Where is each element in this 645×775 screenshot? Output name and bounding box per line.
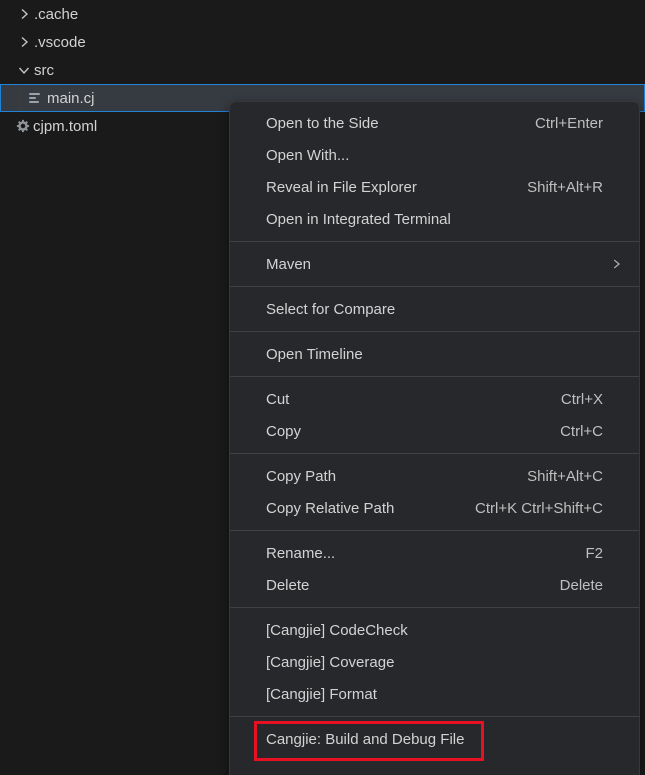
- menu-item-cut[interactable]: Cut Ctrl+X: [230, 383, 639, 415]
- menu-item-shortcut: Shift+Alt+C: [527, 468, 603, 485]
- menu-item-label: Delete: [266, 577, 309, 594]
- menu-item-label: Copy: [266, 423, 301, 440]
- menu-separator: [230, 241, 639, 242]
- menu-separator: [230, 376, 639, 377]
- menu-separator: [230, 286, 639, 287]
- tree-item-cache[interactable]: .cache: [0, 0, 645, 28]
- menu-item-copy-path[interactable]: Copy Path Shift+Alt+C: [230, 460, 639, 492]
- menu-separator: [230, 607, 639, 608]
- menu-item-cangjie-codecheck[interactable]: [Cangjie] CodeCheck: [230, 614, 639, 646]
- menu-item-label: Rename...: [266, 545, 335, 562]
- tree-item-label: src: [34, 62, 54, 79]
- menu-item-maven[interactable]: Maven: [230, 248, 639, 280]
- menu-separator: [230, 453, 639, 454]
- chevron-right-icon[interactable]: [16, 6, 32, 22]
- menu-item-open-to-the-side[interactable]: Open to the Side Ctrl+Enter: [230, 107, 639, 139]
- menu-item-shortcut: Delete: [560, 577, 603, 594]
- tree-item-label: cjpm.toml: [33, 118, 97, 135]
- menu-item-shortcut: Ctrl+C: [560, 423, 603, 440]
- menu-separator: [230, 716, 639, 717]
- menu-item-label: Cut: [266, 391, 289, 408]
- menu-item-cangjie-coverage[interactable]: [Cangjie] Coverage: [230, 646, 639, 678]
- menu-item-copy[interactable]: Copy Ctrl+C: [230, 415, 639, 447]
- menu-item-label: Reveal in File Explorer: [266, 179, 417, 196]
- menu-item-label: [Cangjie] Format: [266, 686, 377, 703]
- menu-item-label: Open With...: [266, 147, 349, 164]
- menu-separator: [230, 331, 639, 332]
- menu-item-open-with[interactable]: Open With...: [230, 139, 639, 171]
- cangjie-source-icon: [29, 90, 45, 106]
- menu-item-label: Open to the Side: [266, 115, 379, 132]
- menu-item-copy-relative-path[interactable]: Copy Relative Path Ctrl+K Ctrl+Shift+C: [230, 492, 639, 524]
- menu-item-shortcut: Ctrl+K Ctrl+Shift+C: [475, 500, 603, 517]
- menu-item-label: Select for Compare: [266, 301, 395, 318]
- menu-item-delete[interactable]: Delete Delete: [230, 569, 639, 601]
- menu-item-shortcut: Ctrl+X: [561, 391, 603, 408]
- menu-item-shortcut: F2: [585, 545, 603, 562]
- menu-item-label: Open Timeline: [266, 346, 363, 363]
- tree-item-src[interactable]: src: [0, 56, 645, 84]
- tree-item-label: .vscode: [34, 34, 86, 51]
- menu-item-shortcut: Ctrl+Enter: [535, 115, 603, 132]
- menu-item-cangjie-format[interactable]: [Cangjie] Format: [230, 678, 639, 710]
- indent-guide: [20, 85, 21, 111]
- menu-item-select-for-compare[interactable]: Select for Compare: [230, 293, 639, 325]
- menu-item-label: [Cangjie] CodeCheck: [266, 622, 408, 639]
- menu-item-rename[interactable]: Rename... F2: [230, 537, 639, 569]
- menu-item-reveal-in-file-explorer[interactable]: Reveal in File Explorer Shift+Alt+R: [230, 171, 639, 203]
- menu-item-label: Maven: [266, 256, 311, 273]
- tree-item-vscode[interactable]: .vscode: [0, 28, 645, 56]
- menu-item-open-timeline[interactable]: Open Timeline: [230, 338, 639, 370]
- menu-item-open-in-integrated-terminal[interactable]: Open in Integrated Terminal: [230, 203, 639, 235]
- submenu-arrow-icon: [609, 257, 623, 271]
- chevron-down-icon[interactable]: [16, 62, 32, 78]
- explorer-pane: .cache .vscode src main.cj: [0, 0, 645, 775]
- menu-item-shortcut: Shift+Alt+R: [527, 179, 603, 196]
- menu-item-label: [Cangjie] Coverage: [266, 654, 394, 671]
- tree-item-label: .cache: [34, 6, 78, 23]
- menu-separator: [230, 530, 639, 531]
- menu-item-label: Copy Path: [266, 468, 336, 485]
- menu-item-label: Copy Relative Path: [266, 500, 394, 517]
- menu-item-label: Cangjie: Build and Debug File: [266, 731, 464, 748]
- menu-item-label: Open in Integrated Terminal: [266, 211, 451, 228]
- chevron-right-icon[interactable]: [16, 34, 32, 50]
- menu-item-cangjie-build-and-debug-file[interactable]: Cangjie: Build and Debug File: [230, 723, 639, 755]
- context-menu: Open to the Side Ctrl+Enter Open With...…: [229, 101, 640, 775]
- tree-item-label: main.cj: [47, 90, 95, 107]
- gear-icon: [15, 118, 31, 134]
